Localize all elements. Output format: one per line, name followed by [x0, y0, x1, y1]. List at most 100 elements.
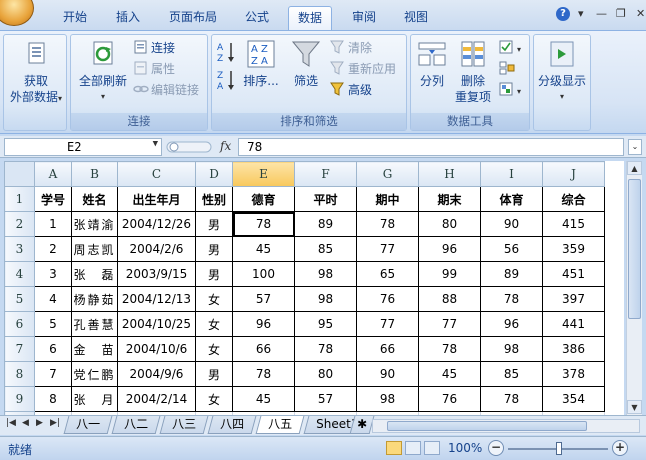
table-cell[interactable]: 397 [542, 286, 605, 312]
column-header-j[interactable]: J [542, 161, 605, 187]
table-cell[interactable]: 女 [195, 311, 233, 337]
table-cell[interactable]: 386 [542, 336, 605, 362]
consolidate-button[interactable] [499, 60, 517, 78]
table-cell[interactable]: 98 [356, 386, 419, 412]
table-cell[interactable]: 76 [356, 286, 419, 312]
table-cell[interactable]: 354 [542, 386, 605, 412]
table-cell[interactable]: 65 [356, 261, 419, 287]
table-cell[interactable]: 男 [195, 261, 233, 287]
table-cell[interactable]: 6 [34, 336, 72, 362]
table-cell[interactable]: 78 [232, 361, 295, 387]
table-cell[interactable]: 78 [232, 211, 295, 237]
header-cell[interactable]: 体育 [480, 186, 543, 212]
table-cell[interactable]: 3 [34, 261, 72, 287]
table-cell[interactable]: 女 [195, 286, 233, 312]
table-cell[interactable]: 66 [356, 336, 419, 362]
row-header[interactable]: 7 [4, 336, 35, 362]
page-break-view-button[interactable] [424, 441, 440, 455]
sheet-tab[interactable]: 八三 [159, 416, 209, 434]
restore-icon[interactable]: ❐ [616, 7, 626, 20]
header-cell[interactable]: 性别 [195, 186, 233, 212]
table-cell[interactable]: 78 [294, 336, 357, 362]
tab-insert[interactable]: 插入 [110, 6, 146, 30]
table-cell[interactable]: 4 [34, 286, 72, 312]
sheet-tab[interactable]: 八四 [207, 416, 257, 434]
column-header-a[interactable]: A [34, 161, 72, 187]
table-cell[interactable]: 80 [418, 211, 481, 237]
reapply-button[interactable]: 重新应用 [330, 60, 396, 78]
table-cell[interactable]: 85 [294, 236, 357, 262]
header-cell[interactable]: 期中 [356, 186, 419, 212]
table-cell[interactable]: 党仁鹏 [71, 361, 118, 387]
column-header-c[interactable]: C [117, 161, 196, 187]
refresh-all-button[interactable]: 全部刷新 ▾ [75, 39, 131, 105]
worksheet-grid[interactable]: ABCDEFGHIJ 1 学号 姓名 出生年月 性别 德育 平时 期中 期末 体育 综合 2 1 张靖渝 2… [4, 161, 624, 415]
column-header-g[interactable]: G [356, 161, 419, 187]
zoom-slider-thumb[interactable] [556, 442, 562, 455]
table-cell[interactable]: 89 [294, 211, 357, 237]
select-all-corner[interactable] [4, 161, 35, 187]
header-cell[interactable]: 期末 [418, 186, 481, 212]
table-cell[interactable]: 2004/12/26 [117, 211, 196, 237]
data-validation-button[interactable]: ▾ [499, 39, 521, 57]
table-cell[interactable]: 78 [418, 336, 481, 362]
table-cell[interactable]: 378 [542, 361, 605, 387]
row-header[interactable]: 1 [4, 186, 35, 212]
tab-view[interactable]: 视图 [396, 6, 436, 30]
table-cell[interactable]: 孔善慧 [71, 311, 118, 337]
table-cell[interactable]: 90 [480, 211, 543, 237]
table-cell[interactable]: 2004/10/25 [117, 311, 196, 337]
row-header[interactable]: 5 [4, 286, 35, 312]
tab-page-layout[interactable]: 页面布局 [162, 6, 224, 30]
sheet-tab[interactable]: 八五 [255, 416, 305, 434]
table-cell[interactable]: 415 [542, 211, 605, 237]
table-cell[interactable]: 7 [34, 361, 72, 387]
sheet-tab[interactable]: 八二 [111, 416, 161, 434]
sort-asc-button[interactable]: AZ [216, 41, 238, 65]
vertical-scrollbar[interactable]: ▲ ▼ [626, 161, 642, 415]
table-cell[interactable]: 2003/9/15 [117, 261, 196, 287]
horizontal-scroll-thumb[interactable] [387, 421, 587, 431]
vertical-scroll-thumb[interactable] [628, 179, 641, 319]
table-cell[interactable]: 89 [480, 261, 543, 287]
table-cell[interactable]: 张靖渝 [71, 211, 118, 237]
header-cell[interactable]: 德育 [232, 186, 295, 212]
table-cell[interactable]: 80 [294, 361, 357, 387]
minimize-icon[interactable]: — [596, 7, 607, 20]
table-cell[interactable]: 88 [418, 286, 481, 312]
column-header-b[interactable]: B [71, 161, 118, 187]
table-cell[interactable]: 2004/12/13 [117, 286, 196, 312]
advanced-filter-button[interactable]: 高级 [330, 81, 372, 99]
table-cell[interactable]: 78 [356, 211, 419, 237]
header-cell[interactable]: 综合 [542, 186, 605, 212]
edit-links-button[interactable]: 编辑链接 [133, 81, 199, 99]
table-cell[interactable]: 85 [480, 361, 543, 387]
column-header-d[interactable]: D [195, 161, 233, 187]
table-cell[interactable]: 98 [294, 286, 357, 312]
outline-button[interactable]: 分级显示 ▾ [534, 39, 590, 105]
table-cell[interactable]: 女 [195, 386, 233, 412]
table-cell[interactable]: 99 [418, 261, 481, 287]
table-cell[interactable]: 96 [232, 311, 295, 337]
table-cell[interactable]: 95 [294, 311, 357, 337]
sort-desc-button[interactable]: ZA [216, 69, 238, 93]
table-cell[interactable]: 男 [195, 361, 233, 387]
sort-button[interactable]: A ZZ A 排序... [240, 39, 282, 89]
scroll-down-icon[interactable]: ▼ [627, 400, 642, 414]
table-cell[interactable]: 451 [542, 261, 605, 287]
table-cell[interactable]: 57 [232, 286, 295, 312]
table-cell[interactable]: 女 [195, 336, 233, 362]
table-cell[interactable]: 男 [195, 236, 233, 262]
header-cell[interactable]: 平时 [294, 186, 357, 212]
table-cell[interactable]: 98 [480, 336, 543, 362]
table-cell[interactable]: 金 苗 [71, 336, 118, 362]
table-cell[interactable]: 张 磊 [71, 261, 118, 287]
zoom-out-button[interactable]: − [488, 440, 504, 456]
column-header-e[interactable]: E [232, 161, 295, 187]
help-menu-caret-icon[interactable]: ▾ [578, 7, 584, 20]
row-header[interactable]: 9 [4, 386, 35, 412]
table-cell[interactable]: 441 [542, 311, 605, 337]
expand-formula-bar-icon[interactable]: ⌄ [628, 139, 642, 155]
clear-filter-button[interactable]: 清除 [330, 39, 372, 57]
connections-button[interactable]: 连接 [133, 39, 175, 57]
